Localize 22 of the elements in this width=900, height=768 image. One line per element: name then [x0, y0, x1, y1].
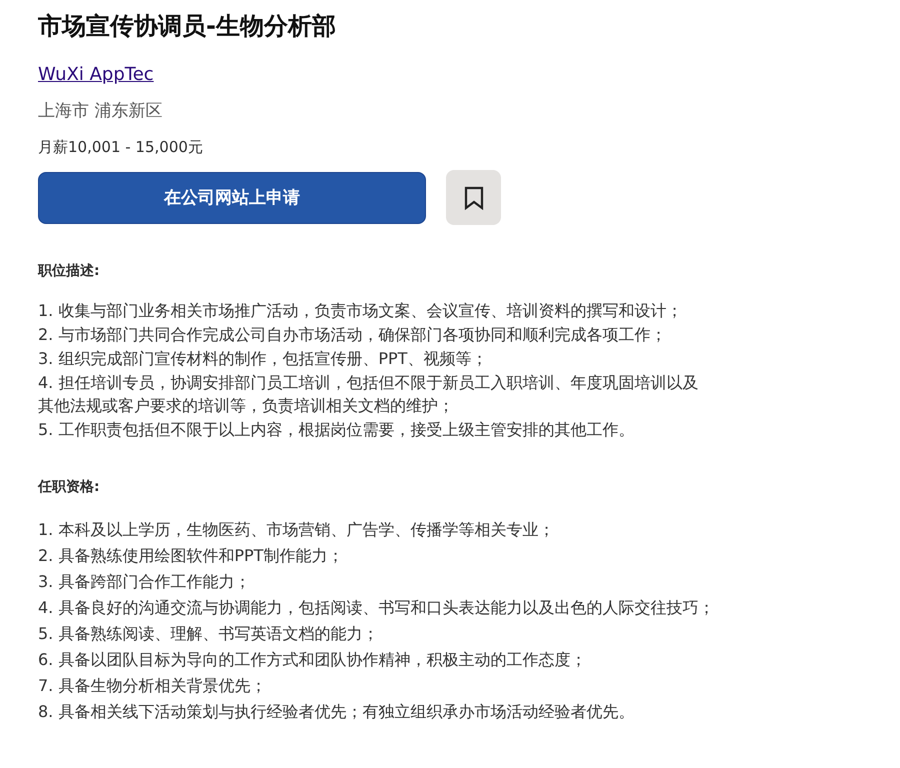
- section-heading: 任职资格:: [38, 478, 101, 497]
- list-item: 7. 具备生物分析相关背景优先；: [38, 675, 268, 697]
- list-item: 4. 具备良好的沟通交流与协调能力，包括阅读、书写和口头表达能力以及出色的人际交往技巧；: [38, 597, 716, 619]
- company-link[interactable]: WuXi AppTec: [38, 64, 154, 85]
- list-item: 2. 具备熟练使用绘图软件和PPT制作能力；: [38, 545, 344, 567]
- list-item: 3. 具备跨部门合作工作能力；: [38, 571, 252, 593]
- apply-button[interactable]: 在公司网站上申请: [38, 172, 426, 224]
- list-item: 3. 组织完成部门宣传材料的制作，包括宣传册、PPT、视频等；: [38, 348, 488, 370]
- list-item: 4. 担任培训专员，协调安排部门员工培训，包括但不限于新员工入职培训、年度巩固培训以及其他法规或客户要求的培训等，负责培训相关文档的维护；: [38, 372, 700, 417]
- list-item: 8. 具备相关线下活动策划与执行经验者优先；有独立组织承办市场活动经验者优先。: [38, 701, 636, 723]
- bookmark-button[interactable]: [446, 170, 501, 225]
- list-item: 2. 与市场部门共同合作完成公司自办市场活动，确保部门各项协同和顺利完成各项工作；: [38, 324, 668, 346]
- section-heading: 职位描述:: [38, 262, 101, 281]
- job-location: 上海市 浦东新区: [38, 100, 164, 123]
- bookmark-icon: [464, 186, 484, 210]
- list-item: 1. 本科及以上学历，生物医药、市场营销、广告学、传播学等相关专业；: [38, 519, 556, 541]
- salary-text: 月薪10,001 - 15,000元: [38, 137, 204, 158]
- list-item: 5. 具备熟练阅读、理解、书写英语文档的能力；: [38, 623, 380, 645]
- list-item: 5. 工作职责包括但不限于以上内容，根据岗位需要，接受上级主管安排的其他工作。: [38, 419, 636, 441]
- list-item: 1. 收集与部门业务相关市场推广活动，负责市场文案、会议宣传、培训资料的撰写和设计；: [38, 300, 684, 322]
- list-item: 6. 具备以团队目标为导向的工作方式和团队协作精神，积极主动的工作态度；: [38, 649, 588, 671]
- job-title: 市场宣传协调员-生物分析部: [38, 11, 337, 42]
